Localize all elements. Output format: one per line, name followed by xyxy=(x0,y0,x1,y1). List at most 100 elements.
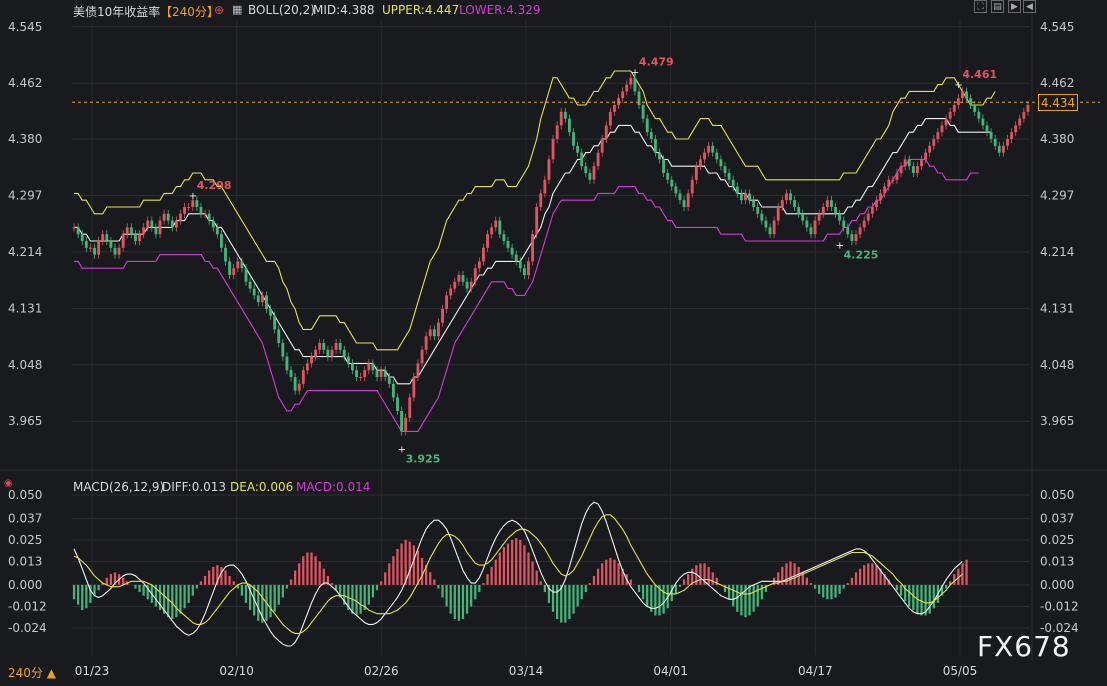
macd-settings-icon[interactable]: ◉ xyxy=(4,478,13,489)
candle-body xyxy=(522,268,526,275)
candle-body xyxy=(846,227,850,235)
macd-y-tick-right: 0.025 xyxy=(1040,533,1074,547)
candle-body xyxy=(572,132,575,146)
candle-body xyxy=(396,397,399,411)
candle-body xyxy=(686,193,690,207)
candle-body xyxy=(694,166,698,180)
candle-body xyxy=(494,220,498,228)
period-tag[interactable]: 240分 ▲ xyxy=(8,664,56,681)
candle-body xyxy=(752,200,756,207)
macd-label[interactable]: MACD(26,12,9) xyxy=(73,480,164,494)
candle-body xyxy=(162,213,166,221)
candle-body xyxy=(793,200,797,207)
candle-body xyxy=(580,152,584,167)
macd-y-tick-right: 0.000 xyxy=(1040,578,1074,592)
boll-label[interactable]: BOLL(20,2) xyxy=(248,3,315,17)
candle-body xyxy=(346,356,350,364)
candle-body xyxy=(784,193,788,201)
candle-body xyxy=(88,247,92,249)
candle-body xyxy=(285,356,289,371)
candle-body xyxy=(457,275,461,282)
back-icon[interactable]: ◀ xyxy=(1023,0,1036,13)
candle-body xyxy=(134,234,137,241)
candle-body xyxy=(326,349,330,357)
candle-body xyxy=(776,207,780,221)
candle-body xyxy=(441,309,444,323)
candle-body xyxy=(109,241,113,248)
chart-svg: +4.298+3.925+4.479+4.225+4.461 4.545 4.54… xyxy=(0,0,1107,682)
candle-body xyxy=(670,179,674,187)
candle-body xyxy=(228,261,232,275)
candle-body xyxy=(363,370,367,377)
price-y-tick-left: 4.462 xyxy=(8,76,42,90)
price-y-tick-right: 3.965 xyxy=(1040,414,1074,428)
candle-body xyxy=(121,234,125,248)
x-axis-tick: 02/26 xyxy=(364,664,399,678)
macd-y-tick-right: 0.037 xyxy=(1040,511,1074,525)
price-y-tick-left: 4.545 xyxy=(8,20,42,34)
candle-body xyxy=(621,91,625,99)
play-icon[interactable]: ▶ xyxy=(1008,0,1021,13)
candle-body xyxy=(633,77,637,92)
candle-body xyxy=(203,213,207,215)
candle-body xyxy=(342,349,346,357)
candle-body xyxy=(658,152,661,160)
candle-body xyxy=(277,329,281,343)
candle-body xyxy=(911,166,915,173)
candle-body xyxy=(588,173,592,180)
candle-body xyxy=(584,166,588,173)
candle-body xyxy=(256,295,260,303)
candle-body xyxy=(973,105,977,112)
x-axis-tick: 01/23 xyxy=(75,664,110,678)
candle-body xyxy=(207,213,211,221)
macd-y-tick-left: 0.025 xyxy=(8,533,42,547)
candle-body xyxy=(842,220,846,228)
add-icon[interactable]: ⊕ xyxy=(214,3,224,17)
candle-body xyxy=(129,227,133,235)
candle-body xyxy=(1022,111,1026,119)
boll-upper-value: UPPER:4.447 xyxy=(382,3,460,17)
candle-body xyxy=(596,152,600,167)
candle-body xyxy=(649,132,653,139)
candle-body xyxy=(965,91,968,99)
candle-body xyxy=(555,125,559,139)
candle-body xyxy=(674,186,678,194)
candle-body xyxy=(944,118,948,126)
indicator-icon[interactable]: ▦ xyxy=(232,3,242,16)
candle-body xyxy=(899,166,903,173)
candle-body xyxy=(1014,125,1018,133)
candle-body xyxy=(527,261,530,275)
candle-body xyxy=(211,220,215,228)
candle-body xyxy=(551,139,555,160)
grid-icon[interactable]: ▤ xyxy=(991,0,1004,13)
price-y-tick-right: 4.214 xyxy=(1040,245,1074,259)
macd-y-tick-left: 0.050 xyxy=(8,488,42,502)
candle-body xyxy=(531,234,535,262)
candle-body xyxy=(420,349,424,364)
candle-body xyxy=(625,84,629,92)
candle-body xyxy=(260,295,264,303)
price-y-tick-left: 4.380 xyxy=(8,132,42,146)
candle-body xyxy=(514,254,518,262)
candle-body xyxy=(961,91,964,99)
price-y-tick-left: 4.131 xyxy=(8,301,42,315)
candle-body xyxy=(387,377,391,384)
candle-body xyxy=(310,356,313,364)
boll-lower-value: LOWER:4.329 xyxy=(459,3,541,17)
candle-body xyxy=(305,363,309,371)
candle-body xyxy=(666,173,670,180)
expand-icon[interactable]: ⛶ xyxy=(974,0,987,13)
candle-body xyxy=(166,213,170,221)
high-label: 4.298 xyxy=(197,179,232,192)
price-y-tick-right: 4.131 xyxy=(1040,301,1074,315)
candle-body xyxy=(838,213,842,221)
candle-body xyxy=(956,98,960,105)
candle-body xyxy=(997,145,1001,153)
candle-body xyxy=(727,173,731,180)
period-selector[interactable]: 【240分】 xyxy=(160,3,219,20)
candle-body xyxy=(391,383,395,398)
candle-body xyxy=(690,179,694,194)
candle-body xyxy=(473,268,477,282)
candle-body xyxy=(821,207,825,214)
candle-body xyxy=(744,193,747,201)
